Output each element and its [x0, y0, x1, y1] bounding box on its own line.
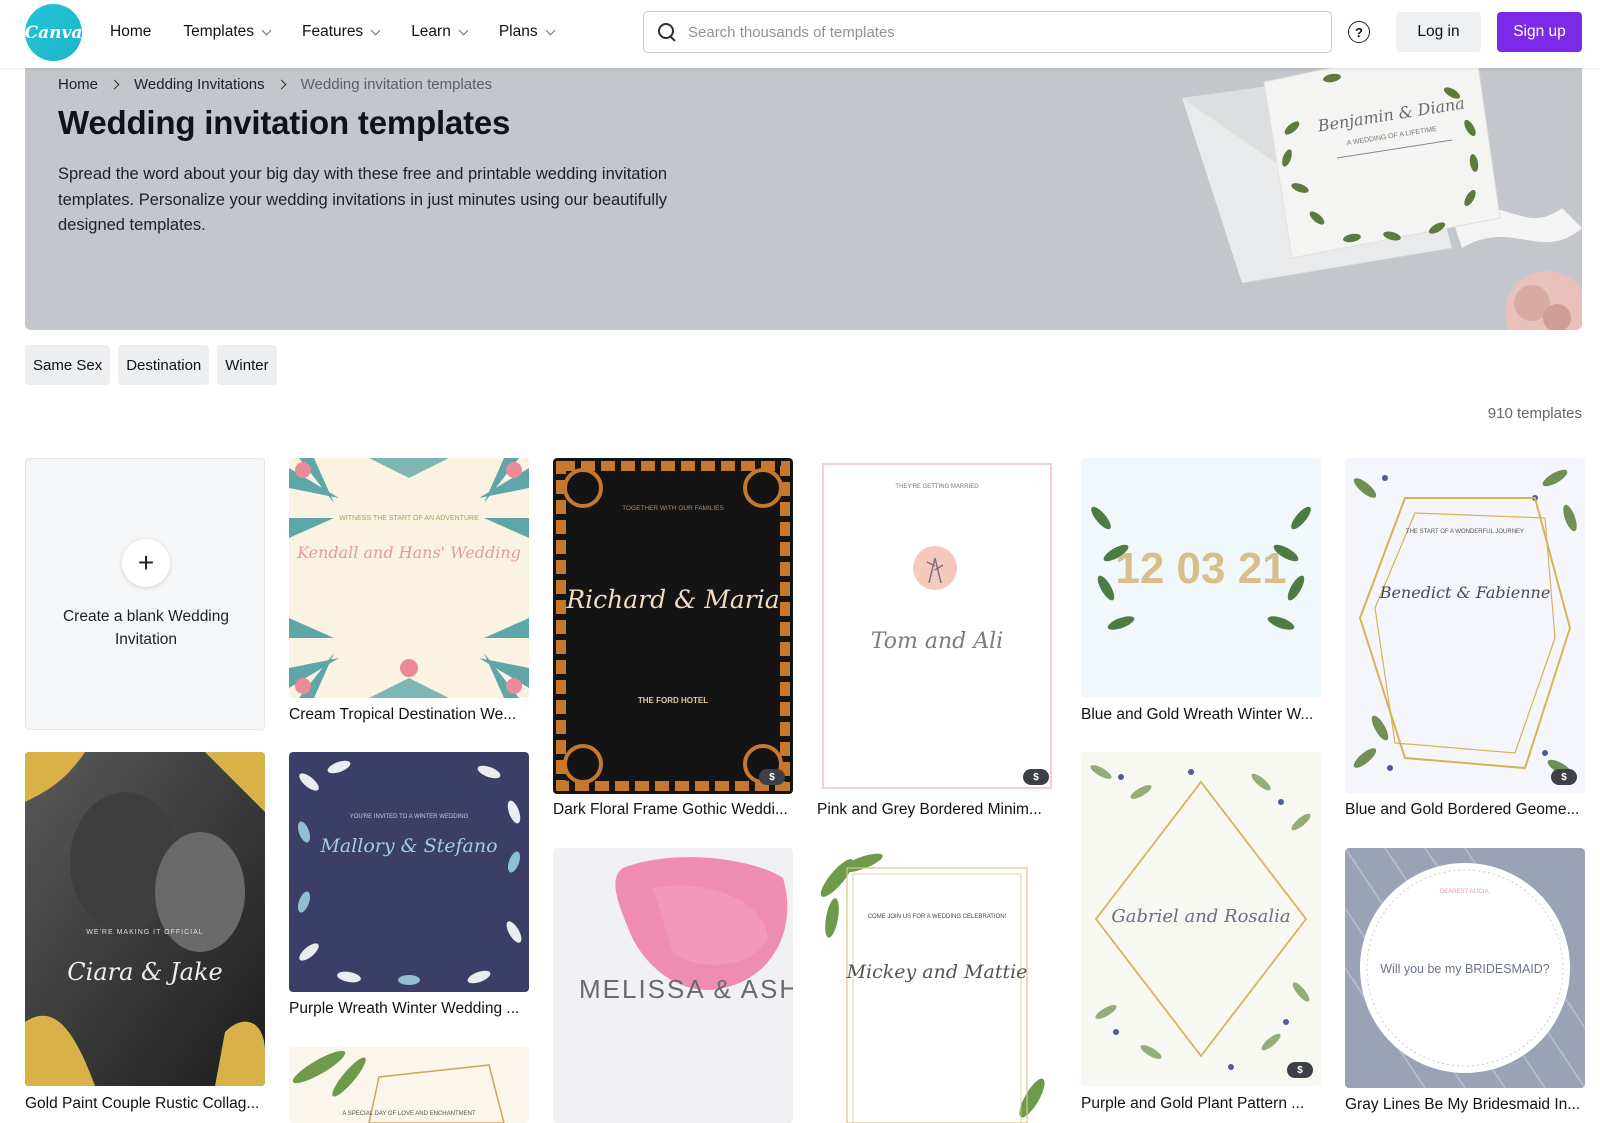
chevron-down-icon: [458, 25, 469, 35]
template-thumbnail: MELISSA & ASHLEY: [553, 848, 793, 1123]
template-headline: Richard & Maria: [565, 585, 779, 614]
template-title: Cream Tropical Destination We...: [289, 706, 517, 723]
chevron-right-icon: [276, 79, 287, 90]
template-kicker: WITNESS THE START OF AN ADVENTURE: [339, 515, 479, 522]
template-card[interactable]: TOGETHER WITH OUR FAMILIES Richard & Mar…: [553, 458, 793, 824]
template-card[interactable]: THEY'RE GETTING MARRIED Tom and Ali $ Pi…: [817, 458, 1057, 824]
template-title: Blue and Gold Bordered Geome...: [1345, 801, 1580, 818]
search-box[interactable]: [643, 11, 1332, 53]
template-headline: Kendall and Hans' Wedding: [296, 543, 521, 562]
template-kicker: TOGETHER WITH OUR FAMILIES: [622, 505, 724, 512]
nav-home-label: Home: [110, 23, 152, 40]
nav-features[interactable]: Features: [302, 23, 381, 41]
template-title: Blue and Gold Wreath Winter W...: [1081, 706, 1314, 723]
chevron-down-icon: [261, 25, 272, 35]
template-card[interactable]: COME JOIN US FOR A WEDDING CELEBRATION! …: [817, 848, 1057, 1123]
template-headline: 12 03 21: [1115, 544, 1286, 593]
breadcrumb-current: Wedding invitation templates: [300, 76, 493, 93]
template-kicker: DEAREST ALICIA,: [1440, 889, 1491, 895]
paid-badge-icon: $: [1287, 1062, 1313, 1078]
help-icon[interactable]: ?: [1348, 21, 1370, 43]
template-thumbnail: Gabriel and Rosalia: [1081, 752, 1321, 1086]
template-kicker: THE START OF A WONDERFUL JOURNEY: [1406, 529, 1524, 535]
create-blank-card[interactable]: + Create a blank Wedding Invitation: [25, 458, 265, 730]
template-headline: Mallory & Stefano: [319, 835, 497, 857]
filter-chip-winter[interactable]: Winter: [217, 345, 277, 385]
plus-icon: +: [122, 539, 170, 587]
template-title: Purple Wreath Winter Wedding ...: [289, 1000, 520, 1017]
login-button[interactable]: Log in: [1396, 12, 1481, 52]
template-headline: Benedict & Fabienne: [1379, 583, 1551, 602]
template-kicker: COME JOIN US FOR A WEDDING CELEBRATION!: [868, 914, 1007, 920]
template-title: Dark Floral Frame Gothic Weddi...: [553, 801, 788, 818]
template-headline: Will you be my BRIDESMAID?: [1380, 962, 1550, 976]
chevron-right-icon: [109, 79, 120, 90]
template-title: Gray Lines Be My Bridesmaid In...: [1345, 1096, 1581, 1113]
nav-learn[interactable]: Learn: [411, 23, 469, 41]
create-blank-label: Create a blank Wedding Invitation: [62, 608, 229, 648]
breadcrumb-home[interactable]: Home: [58, 76, 98, 93]
template-card[interactable]: Gabriel and Rosalia $ Purple and Gold Pl…: [1081, 752, 1321, 1118]
template-headline: Tom and Ali: [871, 629, 1003, 654]
template-card[interactable]: A SPECIAL DAY OF LOVE AND ENCHANTMENT: [289, 1047, 529, 1123]
paid-badge-icon: $: [1551, 769, 1577, 785]
breadcrumb-wedding-invitations[interactable]: Wedding Invitations: [134, 76, 265, 93]
template-thumbnail: A SPECIAL DAY OF LOVE AND ENCHANTMENT: [289, 1047, 529, 1123]
filter-chips: Same Sex Destination Winter: [25, 345, 285, 385]
template-count: 910 templates: [1487, 405, 1582, 422]
search-icon: [658, 23, 676, 41]
template-kicker: A SPECIAL DAY OF LOVE AND ENCHANTMENT: [342, 1111, 476, 1117]
filter-chip-destination[interactable]: Destination: [118, 345, 210, 385]
nav-templates[interactable]: Templates: [183, 23, 272, 41]
hero-banner: Home Wedding Invitations Wedding invitat…: [25, 68, 1582, 330]
template-kicker: YOU'RE INVITED TO A WINTER WEDDING: [350, 814, 469, 820]
nav-home[interactable]: Home: [110, 23, 151, 41]
nav-templates-label: Templates: [183, 23, 255, 40]
template-venue: THE FORD HOTEL: [638, 696, 708, 705]
template-headline: Mickey and Mattie: [846, 961, 1028, 983]
canva-logo[interactable]: Canva: [25, 4, 82, 61]
search-input[interactable]: [688, 23, 1288, 41]
paid-badge-icon: $: [759, 769, 785, 785]
template-thumbnail: 12 03 21: [1081, 458, 1321, 698]
page-description: Spread the word about your big day with …: [58, 165, 668, 234]
template-card[interactable]: WITNESS THE START OF AN ADVENTURE Kendal…: [289, 458, 529, 730]
template-card[interactable]: WE'RE MAKING IT OFFICIAL Ciara & Jake Go…: [25, 752, 265, 1118]
template-kicker: THEY'RE GETTING MARRIED: [895, 484, 979, 490]
nav-features-label: Features: [302, 23, 364, 40]
template-card[interactable]: 12 03 21 Blue and Gold Wreath Winter W..…: [1081, 458, 1321, 730]
filter-chip-same-sex[interactable]: Same Sex: [25, 345, 111, 385]
template-card[interactable]: DEAREST ALICIA, Will you be my BRIDESMAI…: [1345, 848, 1585, 1123]
template-headline: MELISSA & ASHLEY: [579, 974, 793, 1004]
nav-plans-label: Plans: [498, 23, 538, 40]
chevron-down-icon: [370, 25, 381, 35]
nav-plans[interactable]: Plans: [498, 23, 556, 41]
template-headline: Gabriel and Rosalia: [1111, 906, 1290, 927]
signup-button[interactable]: Sign up: [1497, 12, 1582, 52]
template-card[interactable]: YOU'RE INVITED TO A WINTER WEDDING Mallo…: [289, 752, 529, 1022]
chevron-down-icon: [545, 25, 556, 35]
template-thumbnail: COME JOIN US FOR A WEDDING CELEBRATION! …: [817, 848, 1057, 1123]
top-navigation-bar: Canva Home Templates Features Learn Plan…: [0, 0, 1600, 68]
template-thumbnail: THEY'RE GETTING MARRIED Tom and Ali: [817, 458, 1057, 794]
hero-invitation-image: Benjamin & Diana A WEDDING OF A LIFETIME: [1182, 68, 1582, 330]
nav-learn-label: Learn: [411, 23, 451, 40]
template-thumbnail: TOGETHER WITH OUR FAMILIES Richard & Mar…: [553, 458, 793, 794]
template-card[interactable]: MELISSA & ASHLEY: [553, 848, 793, 1123]
paid-badge-icon: $: [1023, 769, 1049, 785]
template-title: Pink and Grey Bordered Minim...: [817, 801, 1042, 818]
template-kicker: WE'RE MAKING IT OFFICIAL: [86, 929, 203, 936]
template-thumbnail: DEAREST ALICIA, Will you be my BRIDESMAI…: [1345, 848, 1585, 1088]
template-thumbnail: YOU'RE INVITED TO A WINTER WEDDING Mallo…: [289, 752, 529, 992]
main-nav: Home Templates Features Learn Plans: [110, 0, 586, 64]
template-title: Gold Paint Couple Rustic Collag...: [25, 1095, 260, 1112]
template-title: Purple and Gold Plant Pattern ...: [1081, 1095, 1305, 1112]
page-title: Wedding invitation templates: [58, 104, 511, 141]
template-headline: Ciara & Jake: [67, 958, 222, 986]
template-thumbnail: THE START OF A WONDERFUL JOURNEY Benedic…: [1345, 458, 1585, 794]
template-thumbnail: WITNESS THE START OF AN ADVENTURE Kendal…: [289, 458, 529, 698]
breadcrumb: Home Wedding Invitations Wedding invitat…: [58, 76, 492, 93]
template-card[interactable]: THE START OF A WONDERFUL JOURNEY Benedic…: [1345, 458, 1585, 824]
template-thumbnail: WE'RE MAKING IT OFFICIAL Ciara & Jake: [25, 752, 265, 1086]
